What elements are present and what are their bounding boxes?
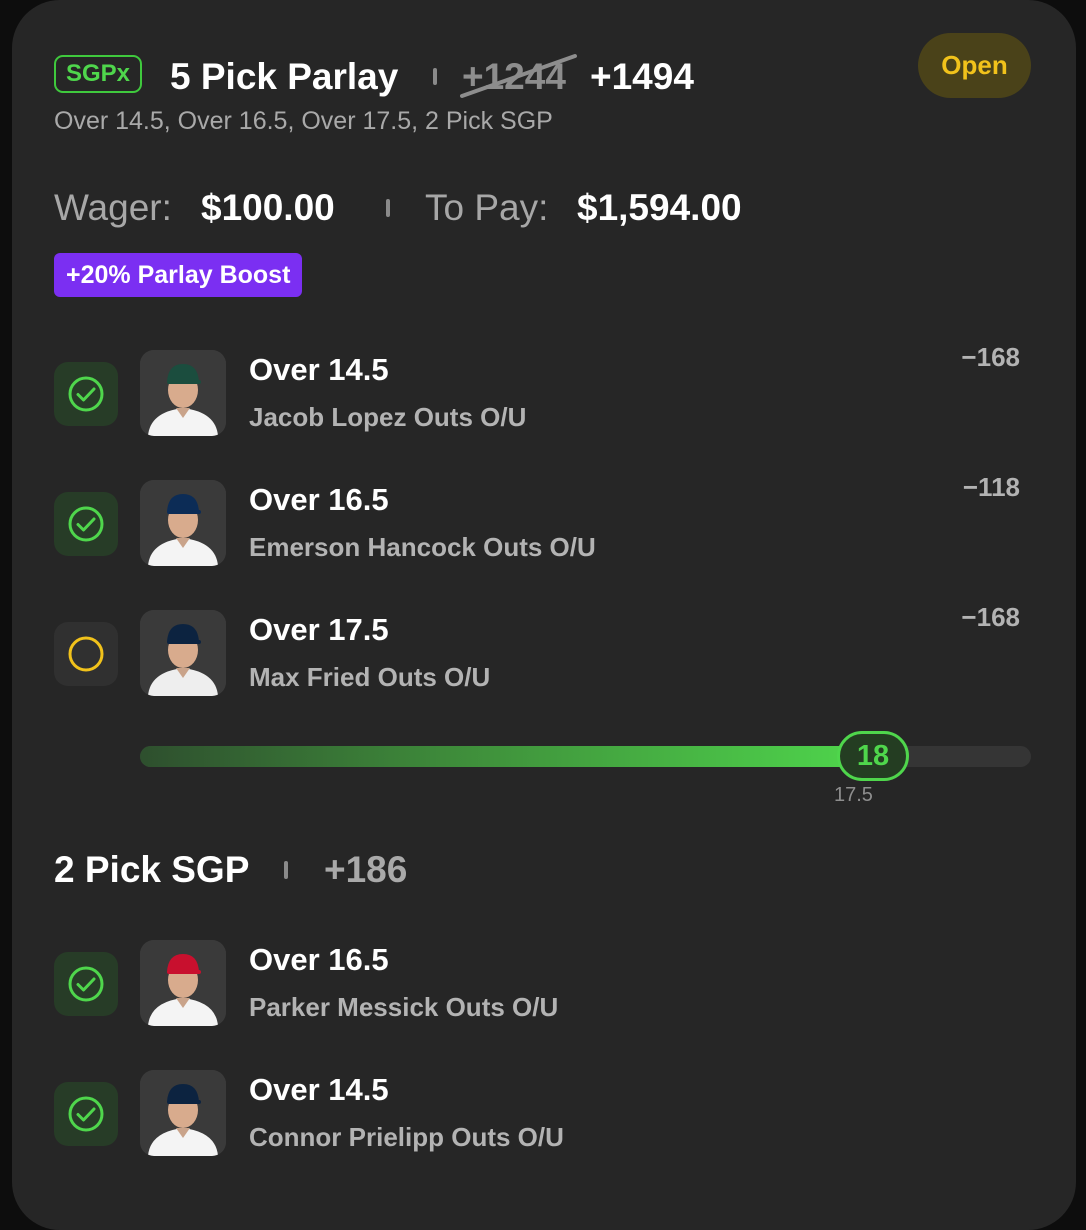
progress-threshold: 17.5 <box>834 784 873 806</box>
pick-market: Connor Prielipp Outs O/U <box>249 1122 564 1152</box>
pick-line: Over 14.5 <box>249 1072 389 1107</box>
sgp-separator <box>284 861 288 879</box>
sgp-odds: +186 <box>324 849 408 890</box>
check-icon <box>54 362 118 426</box>
sgpx-badge: SGPx <box>54 55 143 93</box>
progress-current-value: 18 <box>837 731 909 781</box>
check-icon <box>54 1082 118 1146</box>
wager-value: $100.00 <box>201 187 335 228</box>
title-separator <box>433 68 437 85</box>
pick-odds: −118 <box>962 472 1020 502</box>
wager-separator <box>386 199 390 217</box>
pick-odds: −168 <box>961 602 1020 632</box>
bet-subtitle: Over 14.5, Over 16.5, Over 17.5, 2 Pick … <box>54 107 553 135</box>
pick-market: Jacob Lopez Outs O/U <box>249 402 527 432</box>
player-avatar <box>140 350 226 436</box>
pick-odds: −168 <box>961 342 1020 372</box>
pick-market: Parker Messick Outs O/U <box>249 992 559 1022</box>
boosted-odds: +1494 <box>590 56 694 97</box>
parlay-boost-badge: +20% Parlay Boost <box>54 253 303 297</box>
pick-market: Emerson Hancock Outs O/U <box>249 532 596 562</box>
status-badge[interactable]: Open <box>918 33 1031 98</box>
pick-line: Over 14.5 <box>249 352 389 387</box>
pick-line: Over 16.5 <box>249 482 389 517</box>
pick-market: Max Fried Outs O/U <box>249 662 491 692</box>
bet-card: SGPx 5 Pick Parlay +1244 +1494 Open Over… <box>12 0 1076 1230</box>
player-avatar <box>140 940 226 1026</box>
player-avatar <box>140 610 226 696</box>
pick-line: Over 17.5 <box>249 612 389 647</box>
strikethrough-line <box>460 54 577 98</box>
to-pay-label: To Pay: <box>425 187 549 228</box>
sgp-title: 2 Pick SGP <box>54 849 250 890</box>
pick-line: Over 16.5 <box>249 942 389 977</box>
progress-fill <box>140 746 871 767</box>
check-icon <box>54 492 118 556</box>
wager-label: Wager: <box>54 187 172 228</box>
to-pay-value: $1,594.00 <box>577 187 742 228</box>
bet-title: 5 Pick Parlay <box>170 56 399 97</box>
check-icon <box>54 952 118 1016</box>
pending-circle-icon <box>54 622 118 686</box>
player-avatar <box>140 480 226 566</box>
player-avatar <box>140 1070 226 1156</box>
